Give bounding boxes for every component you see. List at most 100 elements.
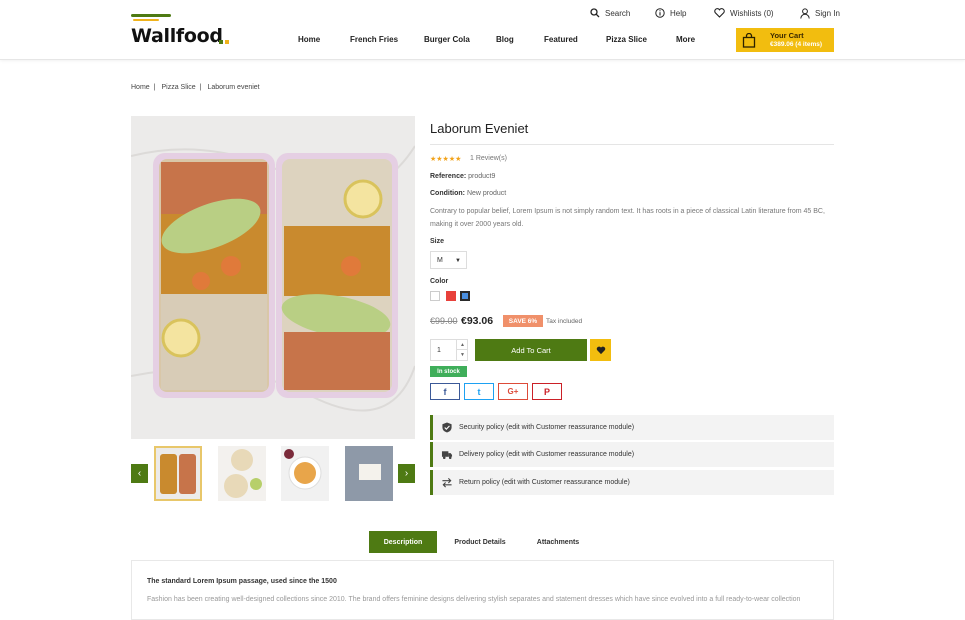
condition-value: New product: [466, 190, 507, 197]
size-select[interactable]: M ▼: [430, 251, 467, 269]
logo-dot-accent: [225, 40, 229, 44]
signin-link[interactable]: Sign In: [800, 8, 840, 19]
share-facebook-button[interactable]: f: [430, 383, 460, 400]
logo-bar-accent: [133, 19, 159, 21]
heart-icon: [714, 8, 725, 18]
product-main-image[interactable]: [131, 116, 415, 439]
pinterest-icon: P: [543, 386, 550, 397]
quantity-value[interactable]: 1: [437, 347, 441, 354]
discount-badge: SAVE 6%: [503, 315, 543, 327]
thumbnail-4[interactable]: [345, 446, 393, 501]
search-link[interactable]: Search: [590, 8, 630, 18]
product-title: Laborum Eveniet: [430, 121, 529, 136]
nav-burger-cola[interactable]: Burger Cola: [424, 35, 470, 44]
user-icon: [800, 8, 810, 19]
quantity-decrease-button[interactable]: ▼: [456, 350, 468, 360]
site-header: Wallfood Search Help Wishlists (0) Sign …: [0, 0, 965, 60]
food-container-illustration: [131, 116, 415, 439]
logo-text: Wallfood: [131, 25, 223, 47]
add-to-cart-button[interactable]: Add To Cart: [475, 339, 587, 361]
chevron-left-icon: ‹: [137, 468, 142, 479]
breadcrumb: Home | Pizza Slice | Laborum eveniet: [131, 84, 264, 91]
rating-stars: ★★★★★: [430, 156, 462, 163]
help-label: Help: [670, 8, 687, 18]
thumbnail-2[interactable]: [218, 446, 266, 501]
reassurance-text: Return policy (edit with Customer reassu…: [459, 479, 630, 486]
nav-more[interactable]: More: [676, 35, 695, 44]
quantity-increase-button[interactable]: ▲: [456, 340, 468, 350]
nav-french-fries[interactable]: French Fries: [350, 35, 398, 44]
tab-description[interactable]: Description: [369, 531, 437, 553]
add-to-wishlist-button[interactable]: [590, 339, 611, 361]
review-count-link[interactable]: 1 Review(s): [470, 155, 507, 162]
logo-dot: [219, 40, 223, 44]
thumbnail-strip: ‹ ›: [131, 446, 415, 502]
reassurance-return: Return policy (edit with Customer reassu…: [430, 470, 834, 495]
reference-label: Reference:: [430, 173, 467, 180]
condition-label: Condition:: [430, 190, 465, 197]
thumbnail-image: [345, 446, 393, 501]
nav-blog[interactable]: Blog: [496, 35, 514, 44]
product-short-description: Contrary to popular belief, Lorem Ipsum …: [430, 208, 825, 228]
old-price: €99.00: [430, 316, 458, 326]
search-icon: [590, 8, 600, 18]
share-twitter-button[interactable]: t: [464, 383, 494, 400]
googleplus-icon: G+: [507, 387, 519, 396]
breadcrumb-separator: |: [153, 84, 156, 91]
share-pinterest-button[interactable]: P: [532, 383, 562, 400]
reassurance-delivery: Delivery policy (edit with Customer reas…: [430, 442, 834, 467]
share-googleplus-button[interactable]: G+: [498, 383, 528, 400]
heart-icon: [596, 346, 605, 354]
chevron-up-icon: ▲: [460, 341, 465, 348]
color-swatch-red[interactable]: [446, 291, 456, 301]
breadcrumb-category[interactable]: Pizza Slice: [161, 84, 195, 91]
chevron-right-icon: ›: [404, 468, 409, 479]
color-swatch-blue[interactable]: [460, 291, 470, 301]
color-label: Color: [430, 278, 449, 285]
thumbnail-1[interactable]: [154, 446, 202, 501]
logo[interactable]: Wallfood: [131, 14, 241, 48]
cart-title: Your Cart: [770, 31, 804, 40]
search-label: Search: [605, 8, 631, 18]
thumbnail-3[interactable]: [281, 446, 329, 501]
quantity-stepper[interactable]: 1 ▲ ▼: [430, 339, 468, 361]
reassurance-security: Security policy (edit with Customer reas…: [430, 415, 834, 440]
nav-featured[interactable]: Featured: [544, 35, 578, 44]
thumbnail-image: [281, 446, 329, 501]
product-reference: Reference: product9: [430, 173, 495, 180]
reassurance-text: Delivery policy (edit with Customer reas…: [459, 451, 635, 458]
breadcrumb-home[interactable]: Home: [131, 84, 150, 91]
description-panel: The standard Lorem Ipsum passage, used s…: [131, 560, 834, 620]
shield-icon: [442, 422, 452, 433]
wishlist-link[interactable]: Wishlists (0): [714, 8, 774, 18]
chevron-down-icon: ▼: [460, 352, 465, 358]
tab-product-details[interactable]: Product Details: [445, 531, 515, 553]
reassurance-text: Security policy (edit with Customer reas…: [459, 424, 635, 431]
signin-label: Sign In: [815, 9, 840, 18]
nav-pizza-slice[interactable]: Pizza Slice: [606, 35, 647, 44]
truck-icon: [441, 451, 453, 459]
thumb-prev-button[interactable]: ‹: [131, 464, 148, 483]
cart-summary: €389.06 (4 items): [770, 41, 823, 48]
help-icon: [655, 8, 665, 18]
twitter-icon: t: [477, 386, 481, 397]
breadcrumb-separator: |: [199, 84, 202, 91]
nav-home[interactable]: Home: [298, 35, 320, 44]
divider: [430, 144, 834, 145]
reference-value: product9: [468, 173, 496, 180]
help-link[interactable]: Help: [655, 8, 686, 18]
cart-button[interactable]: Your Cart €389.06 (4 items): [736, 28, 834, 52]
thumb-next-button[interactable]: ›: [398, 464, 415, 483]
current-price: €93.06: [461, 315, 494, 327]
stock-badge: In stock: [430, 366, 467, 377]
product-condition: Condition: New product: [430, 190, 506, 197]
tab-attachments[interactable]: Attachments: [523, 531, 593, 553]
thumbnail-image: [218, 446, 266, 501]
facebook-icon: f: [443, 386, 447, 397]
size-label: Size: [430, 238, 445, 245]
size-value: M: [437, 257, 443, 264]
tax-note: Tax included: [546, 318, 583, 325]
wishlist-label: Wishlists (0): [730, 8, 774, 18]
color-swatch-white[interactable]: [430, 291, 440, 301]
shopping-bag-icon: [742, 33, 756, 48]
